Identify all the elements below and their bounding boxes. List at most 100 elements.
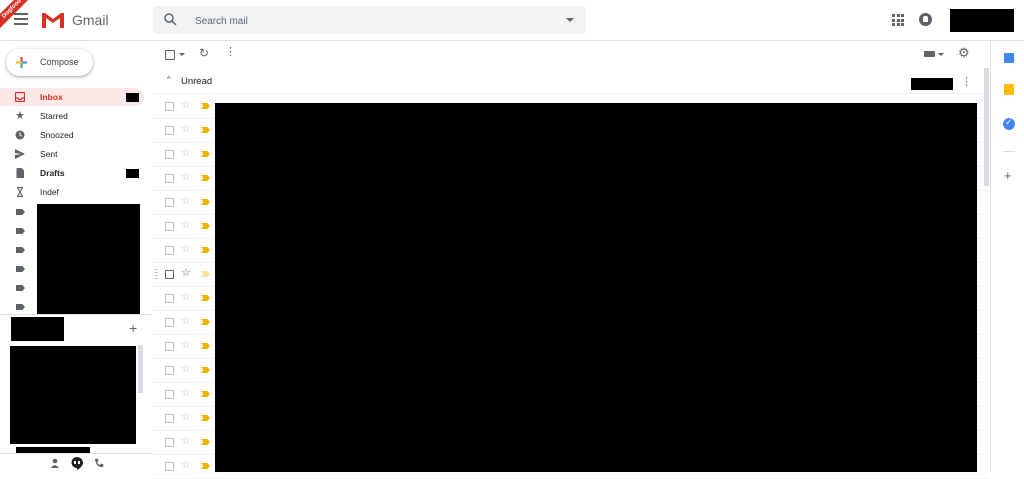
- gmail-logo-icon[interactable]: [41, 11, 65, 29]
- row-checkbox[interactable]: [165, 390, 174, 399]
- important-marker-icon[interactable]: [201, 463, 210, 469]
- hangouts-user[interactable]: [11, 317, 64, 341]
- star-toggle-icon[interactable]: ☆: [181, 362, 191, 375]
- label-tag-icon[interactable]: [16, 228, 25, 234]
- sidebar-item-drafts[interactable]: Drafts: [0, 164, 144, 182]
- row-checkbox[interactable]: [165, 102, 174, 111]
- important-marker-icon[interactable]: [201, 175, 210, 181]
- row-checkbox[interactable]: [165, 198, 174, 207]
- important-marker-icon[interactable]: [201, 103, 210, 109]
- collapse-chevron-icon[interactable]: ⌃: [165, 75, 173, 86]
- add-contact-icon[interactable]: +: [129, 320, 137, 336]
- label-tag-icon[interactable]: [16, 247, 25, 253]
- star-toggle-icon[interactable]: ☆: [181, 146, 191, 159]
- important-marker-icon[interactable]: [201, 295, 210, 301]
- account-button[interactable]: [950, 9, 1014, 32]
- phone-icon[interactable]: [94, 458, 104, 468]
- refresh-icon[interactable]: ↻: [199, 46, 209, 60]
- unread-count: [126, 93, 139, 102]
- star-toggle-icon[interactable]: ☆: [181, 242, 191, 255]
- row-checkbox[interactable]: [165, 222, 174, 231]
- important-marker-icon[interactable]: [201, 343, 210, 349]
- row-checkbox[interactable]: [165, 174, 174, 183]
- search-bar[interactable]: [153, 6, 586, 34]
- label-tag-icon[interactable]: [16, 285, 25, 291]
- row-checkbox[interactable]: [165, 462, 174, 471]
- star-toggle-icon[interactable]: ☆: [181, 290, 191, 303]
- apps-grid-icon[interactable]: [892, 14, 904, 26]
- drag-handle-icon[interactable]: [155, 269, 158, 279]
- search-options-caret-icon[interactable]: [566, 18, 574, 22]
- section-header[interactable]: ⌃ Unread ⋮: [153, 71, 989, 94]
- sidebar-item-starred[interactable]: ★ Starred: [0, 107, 144, 125]
- inbox-icon: [15, 92, 25, 102]
- search-input[interactable]: [193, 10, 557, 32]
- sidebar-item-indef[interactable]: Indef: [0, 183, 144, 201]
- select-all-checkbox[interactable]: [165, 50, 175, 60]
- star-toggle-icon[interactable]: ☆: [181, 314, 191, 327]
- row-checkbox[interactable]: [165, 246, 174, 255]
- main-menu-icon[interactable]: [14, 13, 28, 25]
- star-toggle-icon[interactable]: ☆: [181, 170, 191, 183]
- important-marker-icon[interactable]: [201, 391, 210, 397]
- star-toggle-icon[interactable]: ☆: [181, 218, 191, 231]
- row-checkbox[interactable]: [165, 318, 174, 327]
- more-options-icon[interactable]: ⋮: [225, 45, 236, 58]
- keyboard-icon[interactable]: [924, 51, 935, 57]
- compose-label: Compose: [40, 57, 79, 67]
- star-toggle-icon[interactable]: ☆: [181, 458, 191, 471]
- star-toggle-icon[interactable]: ☆: [181, 434, 191, 447]
- star-toggle-icon[interactable]: ☆: [181, 386, 191, 399]
- important-marker-icon[interactable]: [201, 415, 210, 421]
- notifications-icon[interactable]: [919, 13, 932, 26]
- hangouts-icon[interactable]: [71, 457, 83, 470]
- important-marker-icon[interactable]: [201, 439, 210, 445]
- app-name[interactable]: Gmail: [72, 12, 109, 28]
- search-icon[interactable]: [164, 13, 177, 26]
- section-more-icon[interactable]: ⋮: [961, 75, 972, 88]
- sidebar-item-label: Sent: [40, 149, 58, 159]
- important-marker-icon[interactable]: [201, 367, 210, 373]
- star-toggle-icon[interactable]: ☆: [181, 98, 191, 111]
- settings-gear-icon[interactable]: ⚙: [958, 45, 970, 61]
- star-toggle-icon[interactable]: ☆: [181, 122, 191, 135]
- row-checkbox[interactable]: [165, 294, 174, 303]
- important-marker-icon[interactable]: [201, 247, 210, 253]
- calendar-icon[interactable]: [1004, 53, 1014, 63]
- label-tag-icon[interactable]: [16, 266, 25, 272]
- label-tag-icon[interactable]: [16, 304, 25, 310]
- star-toggle-icon[interactable]: ☆: [181, 266, 191, 279]
- star-toggle-icon[interactable]: ☆: [181, 410, 191, 423]
- add-addon-icon[interactable]: +: [1004, 168, 1012, 183]
- row-checkbox[interactable]: [165, 366, 174, 375]
- contacts-scrollbar[interactable]: [138, 345, 143, 393]
- side-panel-divider: [1003, 151, 1015, 152]
- row-checkbox[interactable]: [165, 414, 174, 423]
- input-tools-caret-icon[interactable]: [938, 53, 944, 56]
- sidebar-item-sent[interactable]: Sent: [0, 145, 144, 163]
- keep-icon[interactable]: [1004, 84, 1014, 95]
- sidebar-item-snoozed[interactable]: Snoozed: [0, 126, 144, 144]
- row-checkbox[interactable]: [165, 126, 174, 135]
- important-marker-icon[interactable]: [201, 319, 210, 325]
- label-tag-icon[interactable]: [16, 209, 25, 215]
- select-menu-caret-icon[interactable]: [179, 53, 185, 56]
- tasks-icon[interactable]: [1003, 117, 1015, 130]
- important-marker-icon[interactable]: [201, 199, 210, 205]
- sidebar-item-inbox[interactable]: Inbox: [0, 88, 144, 106]
- important-marker-icon[interactable]: [201, 151, 210, 157]
- row-checkbox[interactable]: [165, 150, 174, 159]
- important-marker-icon[interactable]: [201, 271, 210, 277]
- important-marker-icon[interactable]: [201, 127, 210, 133]
- important-marker-icon[interactable]: [201, 223, 210, 229]
- row-checkbox[interactable]: [165, 342, 174, 351]
- row-checkbox[interactable]: [165, 438, 174, 447]
- row-checkbox[interactable]: [165, 270, 174, 279]
- star-toggle-icon[interactable]: ☆: [181, 338, 191, 351]
- message-list-scrollbar[interactable]: [984, 68, 989, 186]
- section-count: [911, 78, 953, 90]
- clock-icon: [15, 130, 25, 140]
- person-icon[interactable]: [50, 458, 60, 468]
- compose-button[interactable]: Compose: [6, 49, 93, 76]
- star-toggle-icon[interactable]: ☆: [181, 194, 191, 207]
